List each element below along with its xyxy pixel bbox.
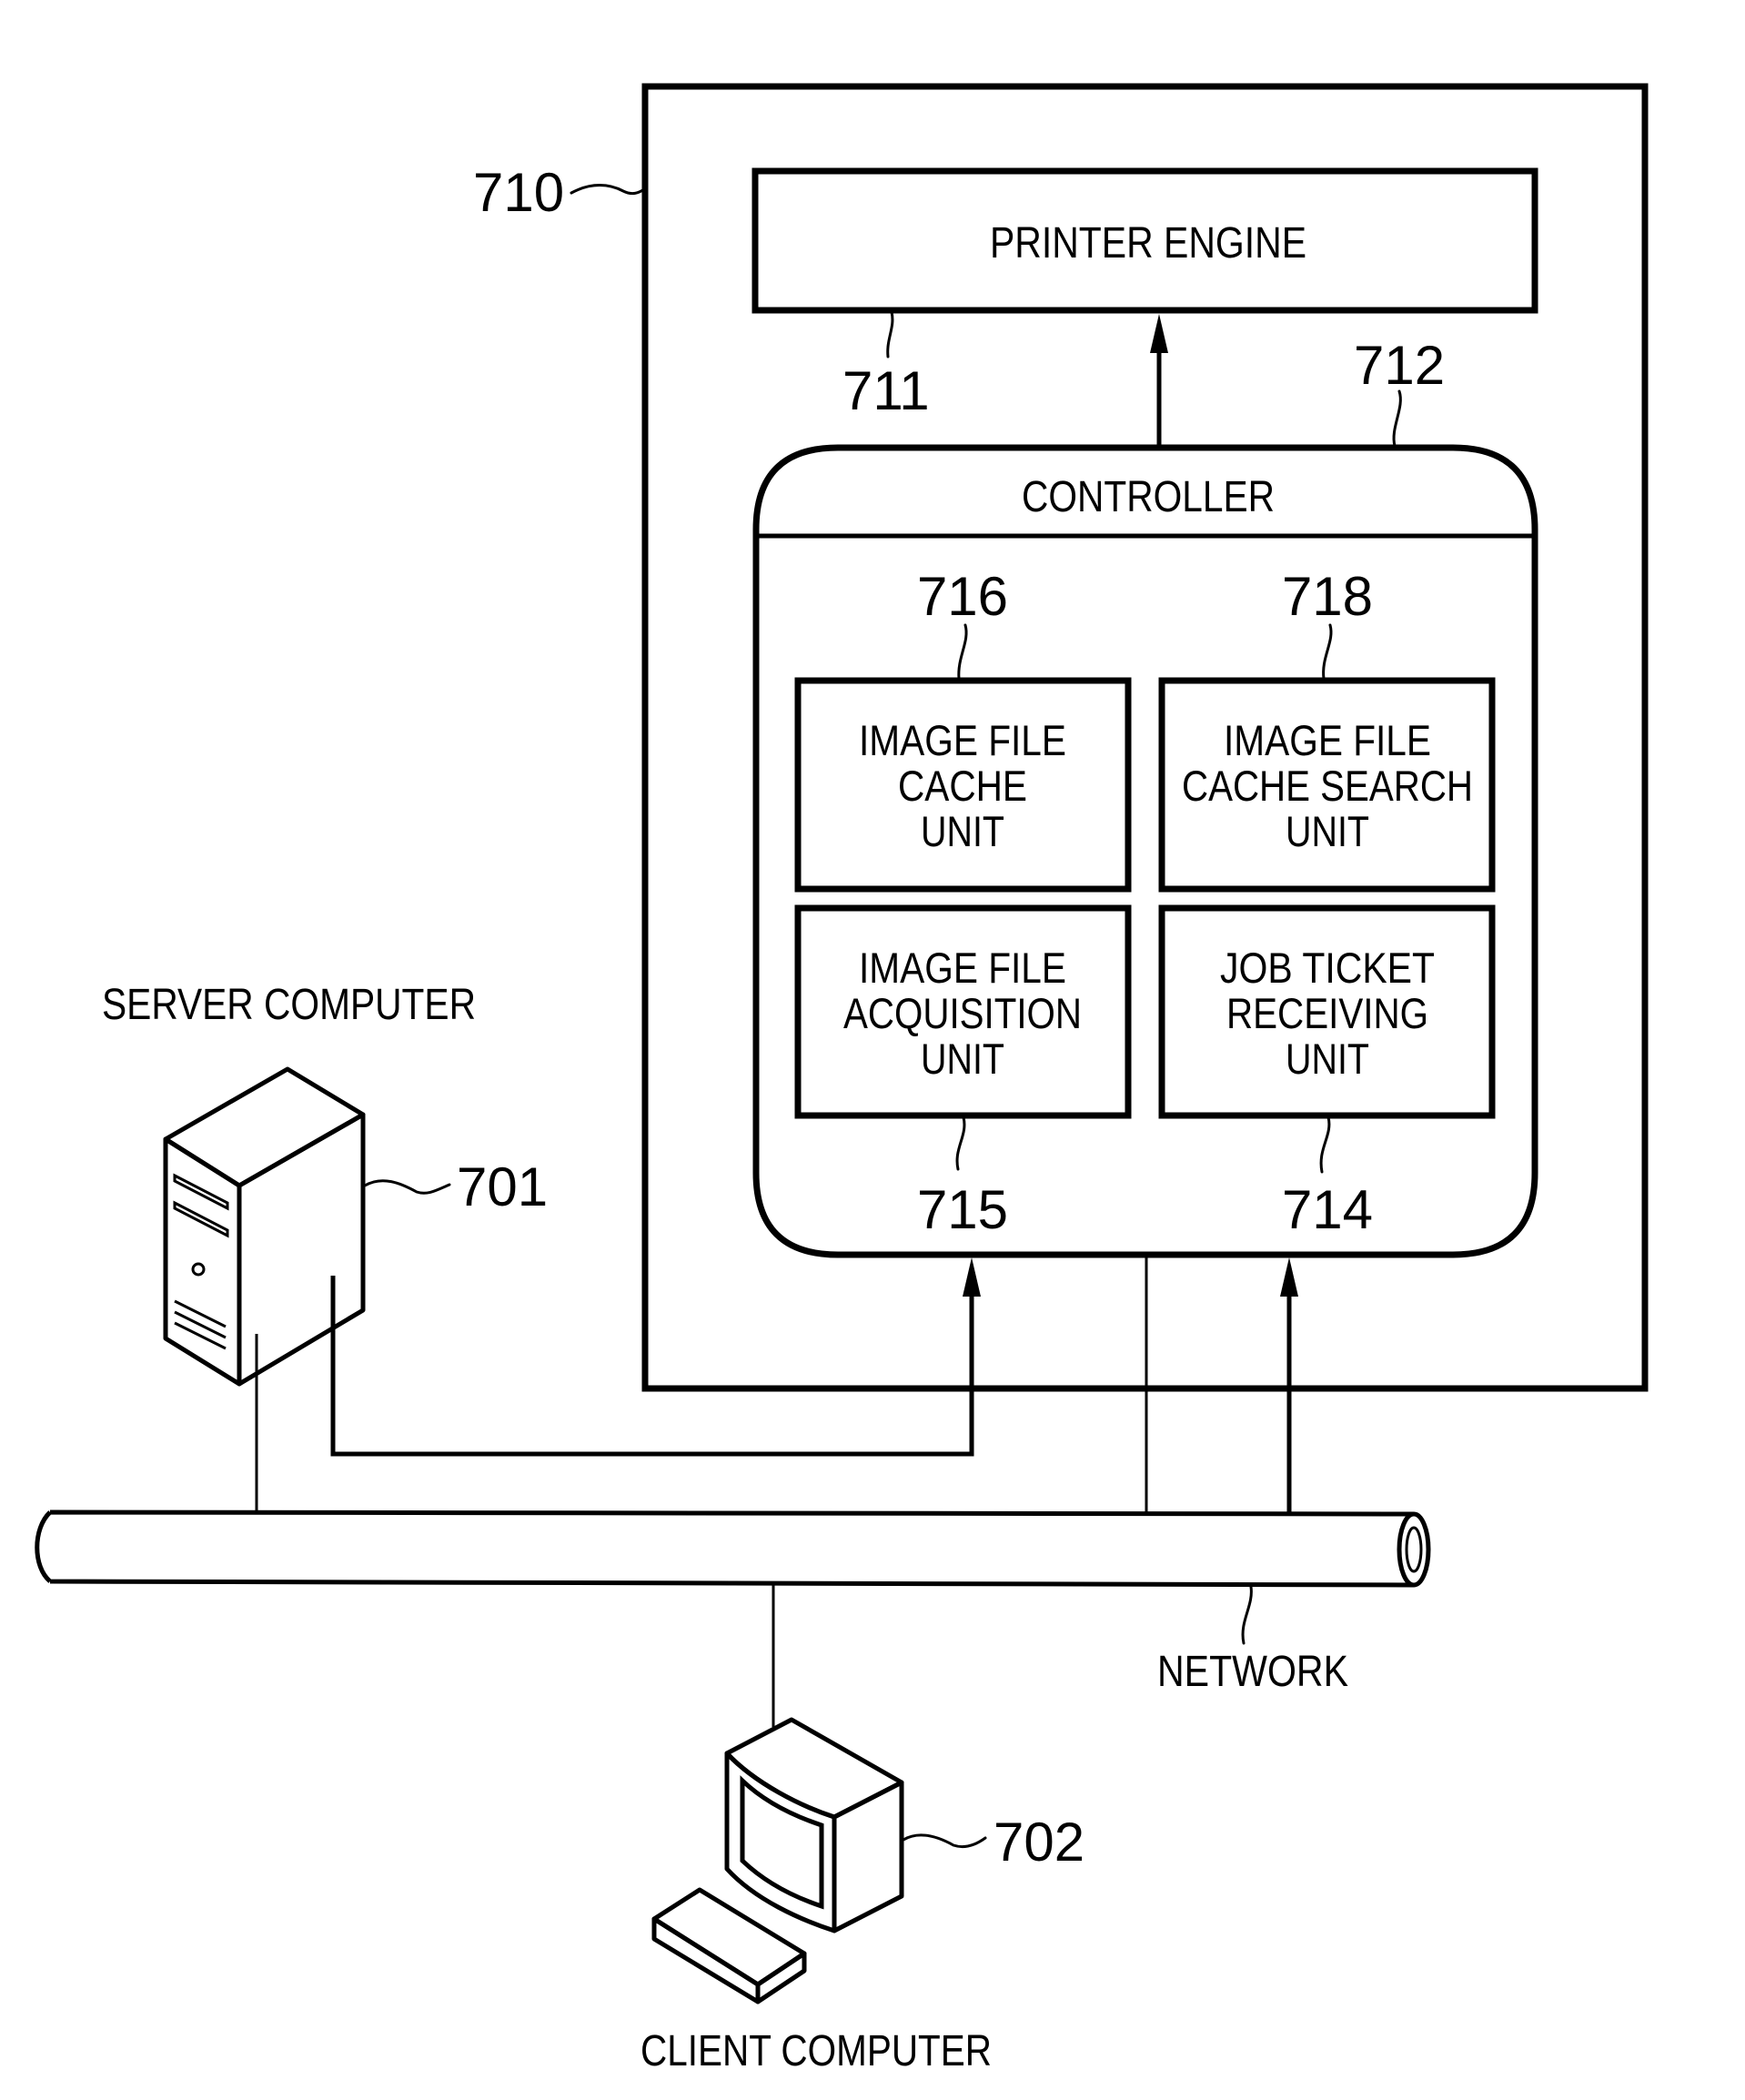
- server-vent: [174, 1321, 227, 1350]
- unit-label-line: CACHE SEARCH: [1182, 762, 1473, 810]
- unit-label-line: UNIT: [1286, 1035, 1369, 1083]
- monitor-side-face: [832, 1780, 904, 1933]
- arrowhead-icon: [1150, 314, 1168, 353]
- arrowhead-icon: [1280, 1257, 1298, 1297]
- unit-label-line: UNIT: [1286, 807, 1369, 855]
- client-computer: 702 CLIENT COMPUTER: [641, 1717, 1084, 2075]
- server-computer-label: SERVER COMPUTER: [102, 981, 476, 1029]
- leader-711: [886, 310, 894, 358]
- network-label: NETWORK: [1157, 1648, 1348, 1696]
- server-top-face: [163, 1066, 366, 1188]
- desktop-computer-icon: [651, 1717, 904, 2004]
- system-diagram: 710 PRINTER ENGINE 711 CONTROLLER 712 IM…: [35, 83, 1649, 2075]
- ref-711: 711: [842, 360, 930, 421]
- unit-label-line: JOB TICKET: [1220, 944, 1435, 992]
- unit-label-line: CACHE: [898, 762, 1027, 810]
- unit-label-line: ACQUISITION: [843, 989, 1082, 1037]
- leader-714: [1319, 1116, 1331, 1174]
- leader-718: [1322, 623, 1333, 681]
- ref-714: 714: [1282, 1179, 1373, 1240]
- unit-label-line: UNIT: [921, 1035, 1004, 1083]
- keyboard-side: [755, 1951, 807, 2004]
- server-computer: SERVER COMPUTER 701: [102, 981, 548, 1387]
- server-drive-bay: [173, 1200, 229, 1238]
- network-pipe-icon: [35, 1509, 1431, 1588]
- keyboard-front: [651, 1916, 761, 2004]
- ref-715: 715: [917, 1179, 1008, 1240]
- server-drive-bay: [173, 1173, 229, 1211]
- image-file-cache-unit: IMAGE FILE CACHE UNIT: [794, 677, 1132, 893]
- leader-702: [902, 1833, 987, 1849]
- ref-701: 701: [457, 1156, 548, 1217]
- network-pipe-inner: [1405, 1526, 1423, 1573]
- printer-apparatus: 710 PRINTER ENGINE 711 CONTROLLER 712 IM…: [473, 83, 1649, 1392]
- printer-engine-label: PRINTER ENGINE: [990, 219, 1306, 268]
- unit-label-line: UNIT: [921, 807, 1004, 855]
- leader-701: [363, 1179, 451, 1195]
- client-computer-label: CLIENT COMPUTER: [641, 2027, 992, 2075]
- unit-label-line: IMAGE FILE: [859, 716, 1066, 764]
- ref-716: 716: [917, 566, 1008, 627]
- leader-715: [955, 1116, 966, 1171]
- server-vent: [174, 1299, 227, 1328]
- network-pipe-end: [1397, 1511, 1431, 1588]
- ref-718: 718: [1282, 566, 1373, 627]
- server-vent: [174, 1310, 227, 1339]
- arrowhead-icon: [963, 1257, 981, 1297]
- printer-engine: PRINTER ENGINE: [751, 167, 1538, 314]
- job-ticket-receiving-unit: JOB TICKET RECEIVING UNIT: [1158, 904, 1496, 1119]
- unit-label-line: IMAGE FILE: [859, 944, 1066, 992]
- image-file-acquisition-unit: IMAGE FILE ACQUISITION UNIT: [794, 904, 1132, 1119]
- ref-702: 702: [994, 1812, 1084, 1873]
- ref-712: 712: [1354, 335, 1445, 396]
- connection-server-to-acquisition-unit: [330, 1276, 974, 1457]
- leader-712: [1392, 389, 1402, 448]
- network-pipe-body: [35, 1509, 1415, 1588]
- unit-label-line: RECEIVING: [1226, 989, 1428, 1037]
- monitor-top-face: [724, 1717, 904, 1820]
- leader-network: [1241, 1585, 1253, 1645]
- unit-label-line: IMAGE FILE: [1224, 716, 1431, 764]
- server-power-button: [191, 1262, 206, 1277]
- image-file-cache-search-unit: IMAGE FILE CACHE SEARCH UNIT: [1158, 677, 1496, 893]
- monitor-screen: [740, 1775, 824, 1910]
- leader-710: [570, 184, 646, 196]
- leader-716: [957, 623, 968, 681]
- controller-label: CONTROLLER: [1022, 473, 1275, 521]
- ref-710: 710: [473, 162, 564, 223]
